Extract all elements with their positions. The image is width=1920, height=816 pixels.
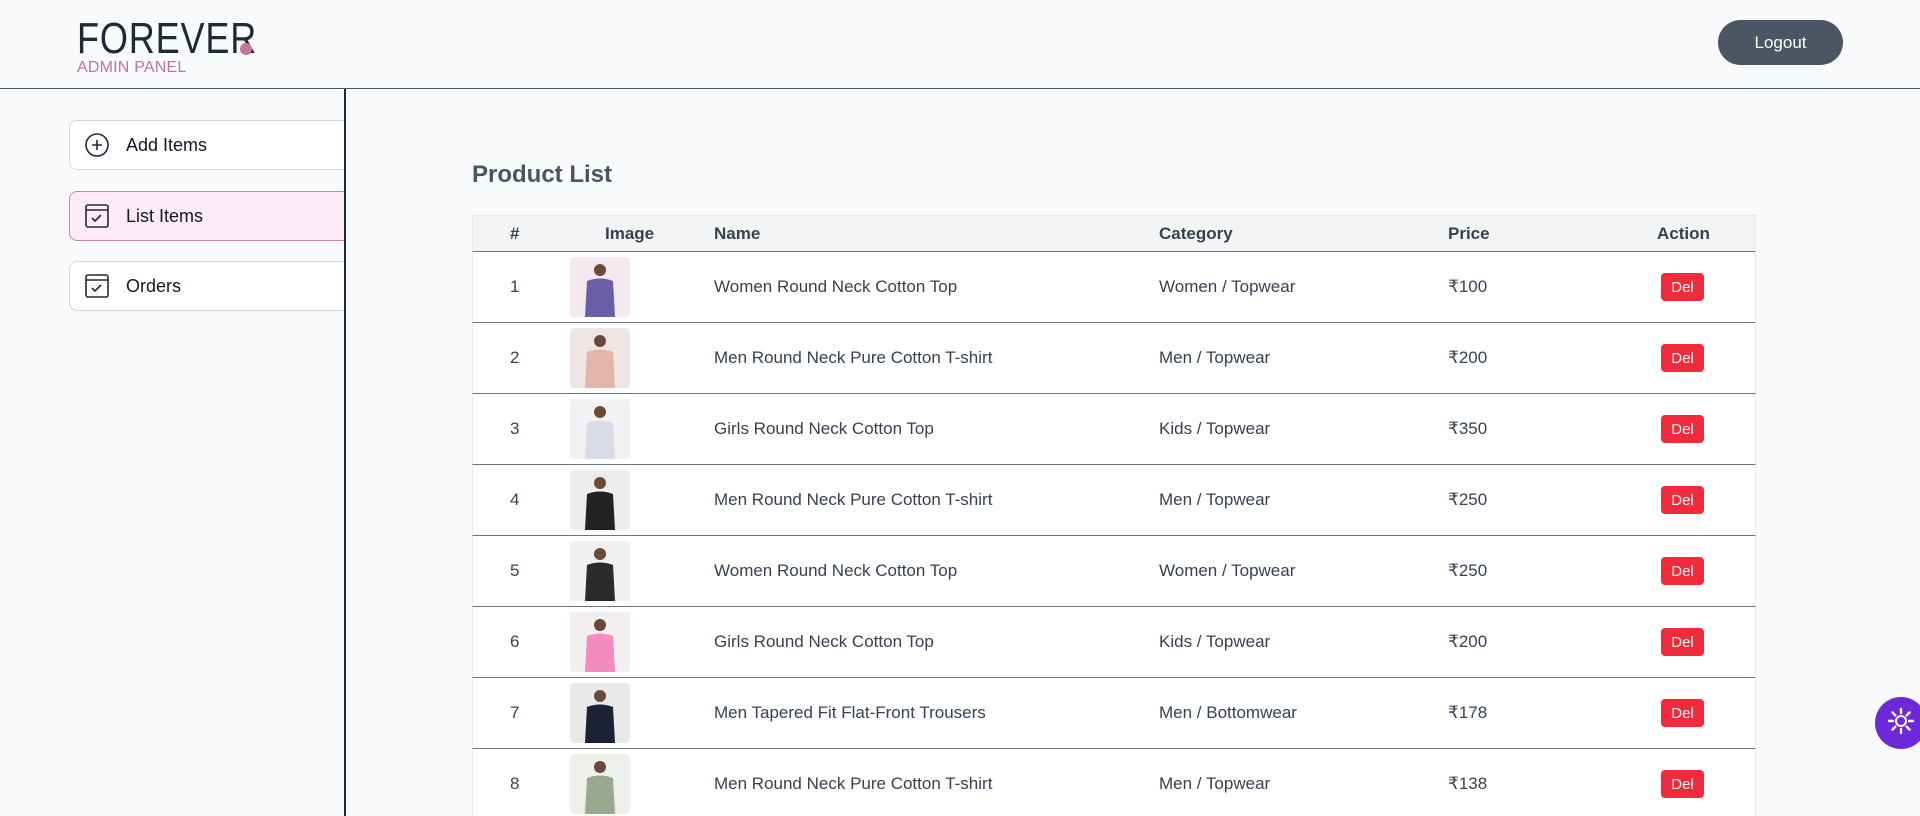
product-category: Kids / Topwear [1159,419,1271,438]
row-number: 6 [510,632,520,651]
product-category: Men / Bottomwear [1159,703,1297,722]
row-number: 3 [510,419,520,438]
column-header-price: Price [1448,224,1490,243]
logo-subtitle: ADMIN PANEL [77,59,187,76]
column-header-image: Image [605,224,655,243]
row-number: 2 [510,348,520,367]
column-header-action: Action [1657,224,1710,243]
product-price: ₹178 [1448,703,1488,722]
product-price: ₹350 [1448,419,1488,438]
logo-text: FOREVER [77,14,258,63]
product-price: ₹200 [1448,348,1488,367]
delete-button[interactable]: Del [1661,628,1704,656]
product-name: Women Round Neck Cotton Top [714,277,958,296]
row-number: 4 [510,490,520,509]
sidebar-item-label: Orders [126,275,182,296]
product-name: Men Round Neck Pure Cotton T-shirt [714,490,993,509]
product-image [570,399,630,459]
delete-button[interactable]: Del [1661,415,1704,443]
product-category: Men / Topwear [1159,490,1271,509]
column-header-category: Category [1159,224,1233,243]
column-header-number: # [510,224,520,243]
product-name: Men Round Neck Pure Cotton T-shirt [714,348,993,367]
product-category: Women / Topwear [1159,561,1296,580]
table-row: 8 Men Round Neck Pure Cotton T-shirt Men /… [472,749,1756,816]
product-price: ₹250 [1448,490,1488,509]
page-title: Product List [472,161,613,188]
row-number: 7 [510,703,520,722]
product-price: ₹138 [1448,774,1488,793]
sidebar-item-add-items[interactable]: Add Items [69,120,344,170]
product-price: ₹250 [1448,561,1488,580]
checklist-icon [84,273,110,299]
top-bar: FOREVER ADMIN PANEL Logout [0,0,1920,89]
table-header: # Image Name Category Price Action [472,215,1756,252]
product-category: Men / Topwear [1159,774,1271,793]
product-image [570,257,630,317]
product-name: Men Round Neck Pure Cotton T-shirt [714,774,993,793]
table-row: 5 Women Round Neck Cotton Top Women / Topw… [472,536,1756,607]
delete-button[interactable]: Del [1661,344,1704,372]
delete-button[interactable]: Del [1661,486,1704,514]
column-header-name: Name [714,224,761,243]
table-body: 1 Women Round Neck Cotton Top Women / Topw… [472,252,1756,816]
delete-button[interactable]: Del [1661,273,1704,301]
product-image [570,328,630,388]
sidebar-item-orders[interactable]: Orders [69,261,344,311]
product-category: Women / Topwear [1159,277,1296,296]
settings-gear-button[interactable] [1875,697,1920,749]
logo: FOREVER ADMIN PANEL [77,14,297,77]
delete-button[interactable]: Del [1661,699,1704,727]
product-name: Girls Round Neck Cotton Top [714,632,934,651]
checklist-icon [84,203,110,229]
table-row: 7 Men Tapered Fit Flat-Front Trousers Men … [472,678,1756,749]
add-circle-icon [84,132,110,158]
row-number: 8 [510,774,520,793]
product-name: Women Round Neck Cotton Top [714,561,958,580]
sidebar-item-label: List Items [126,205,204,226]
product-image [570,612,630,672]
sidebar-item-list-items[interactable]: List Items [69,191,344,241]
table-row: 4 Men Round Neck Pure Cotton T-shirt Men /… [472,465,1756,536]
table-row: 2 Men Round Neck Pure Cotton T-shirt Men /… [472,323,1756,394]
row-number: 1 [510,277,520,296]
table-row: 1 Women Round Neck Cotton Top Women / Topw… [472,252,1756,323]
delete-button[interactable]: Del [1661,557,1704,585]
logout-button[interactable]: Logout [1718,20,1843,65]
product-image [570,683,630,743]
delete-button[interactable]: Del [1661,770,1704,798]
product-price: ₹100 [1448,277,1488,296]
logo-dot-icon [240,43,252,55]
product-image [570,541,630,601]
product-name: Girls Round Neck Cotton Top [714,419,934,438]
product-image [570,754,630,814]
table-row: 6 Girls Round Neck Cotton Top Kids / Topwe… [472,607,1756,678]
table-row: 3 Girls Round Neck Cotton Top Kids / Topwe… [472,394,1756,465]
sidebar-item-label: Add Items [126,134,208,155]
product-category: Men / Topwear [1159,348,1271,367]
row-number: 5 [510,561,520,580]
product-image [570,470,630,530]
sidebar: Add Items List Items Orders [0,89,346,816]
product-price: ₹200 [1448,632,1488,651]
product-table: # Image Name Category Price Action 1 Wome… [472,215,1756,816]
settings-gear-icon [1886,706,1916,741]
product-name: Men Tapered Fit Flat-Front Trousers [714,703,986,722]
product-category: Kids / Topwear [1159,632,1271,651]
